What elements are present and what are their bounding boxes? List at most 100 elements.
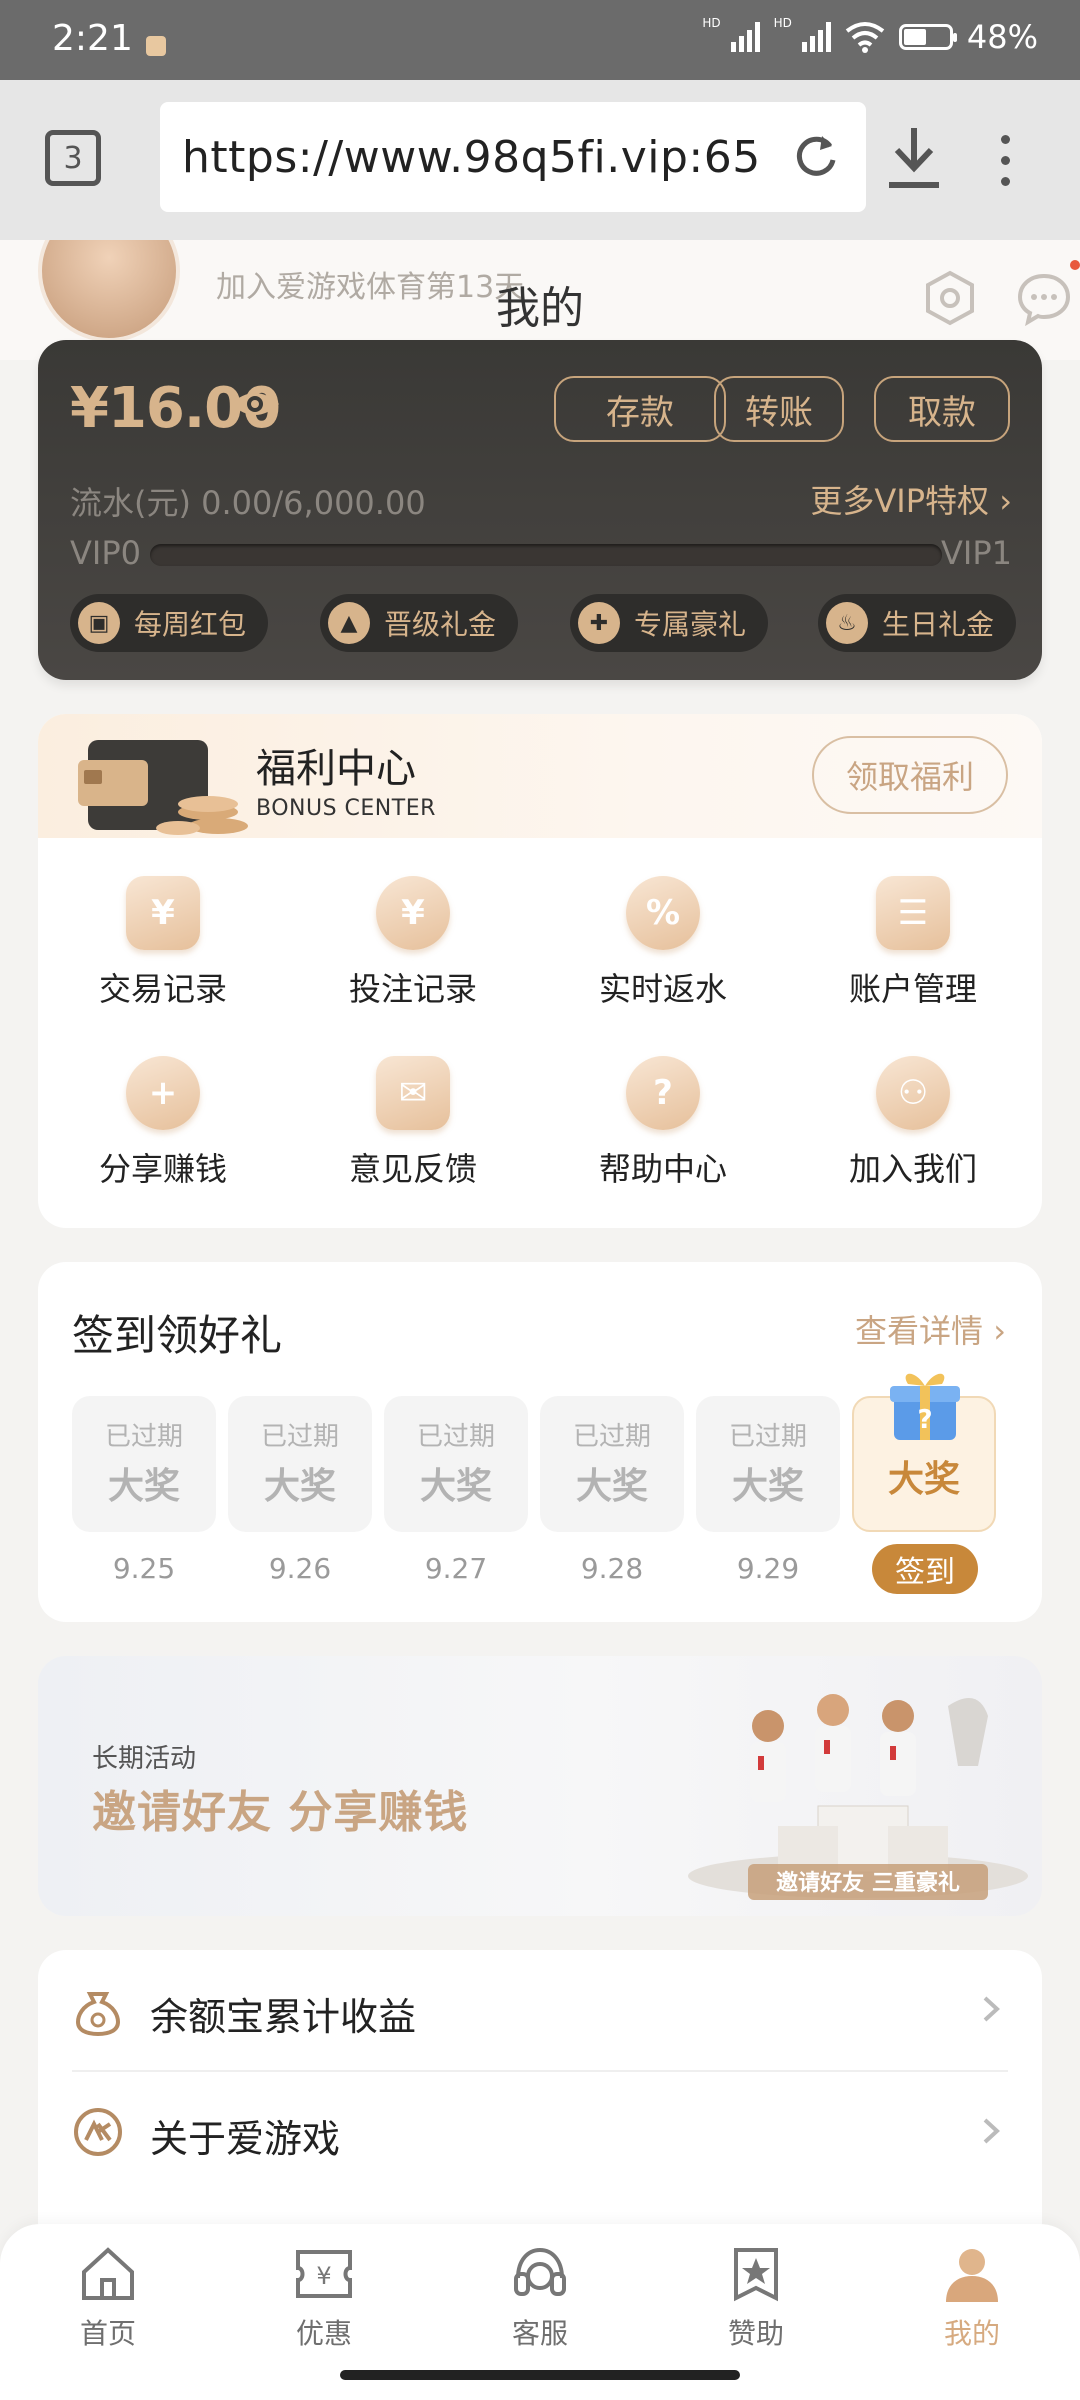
tab-switcher-button[interactable]: 3 bbox=[45, 130, 101, 186]
signal-icon-2 bbox=[801, 22, 831, 52]
tab-promotions[interactable]: ¥ 优惠 bbox=[254, 2242, 394, 2352]
help-question-icon: ? bbox=[626, 1056, 700, 1130]
day-prize: 大奖 bbox=[419, 1466, 492, 1507]
grid-item-help[interactable]: ? 帮助中心 bbox=[538, 1056, 788, 1190]
tab-label: 首页 bbox=[79, 2317, 136, 2350]
svg-text:?: ? bbox=[917, 1405, 932, 1435]
grid-item-rebate[interactable]: % 实时返水 bbox=[538, 876, 788, 1010]
grid-item-feedback[interactable]: ✉ 意见反馈 bbox=[288, 1056, 538, 1190]
star-badge-icon bbox=[734, 2248, 778, 2302]
grid-item-label: 实时返水 bbox=[598, 970, 727, 1008]
claim-bonus-button[interactable]: 领取福利 bbox=[812, 736, 1008, 814]
notification-icon bbox=[146, 36, 166, 56]
tab-label: 我的 bbox=[943, 2317, 1000, 2350]
bet-record-icon: ¥ bbox=[376, 876, 450, 950]
perk-label: 晋级礼金 bbox=[384, 608, 497, 641]
more-vip-link[interactable]: 更多VIP特权 › bbox=[810, 476, 1012, 522]
checkin-day: 已过期 大奖 bbox=[384, 1396, 528, 1532]
day-prize: 大奖 bbox=[107, 1466, 180, 1507]
people-icon: ⚇ bbox=[876, 1056, 950, 1130]
more-menu-icon[interactable] bbox=[995, 135, 1015, 191]
battery-percent: 48% bbox=[966, 18, 1038, 56]
url-text[interactable]: https://www.98q5fi.vip:65 bbox=[182, 132, 782, 183]
bonus-center-subtitle: BONUS CENTER bbox=[256, 796, 436, 821]
status-bar: 2:21 HD HD 48% bbox=[0, 0, 1080, 80]
chevron-right-icon: › bbox=[993, 1312, 1006, 1350]
browser-toolbar: 3 https://www.98q5fi.vip:65 bbox=[0, 80, 1080, 240]
bonus-center-header: 福利中心 BONUS CENTER 领取福利 bbox=[38, 714, 1042, 838]
signal-icon bbox=[730, 22, 760, 52]
reload-icon[interactable] bbox=[790, 130, 842, 182]
bonus-center-title: 福利中心 bbox=[256, 746, 416, 792]
invite-players-image: 邀请好友 三重豪礼 bbox=[688, 1694, 1028, 1900]
day-status: 已过期 bbox=[572, 1422, 651, 1452]
url-bar[interactable]: https://www.98q5fi.vip:65 bbox=[160, 102, 866, 212]
perk-label: 每周红包 bbox=[134, 608, 247, 641]
grid-item-label: 帮助中心 bbox=[598, 1150, 727, 1188]
checkin-day: 已过期 大奖 bbox=[72, 1396, 216, 1532]
vip-next-label: VIP1 bbox=[941, 534, 1012, 572]
home-indicator[interactable] bbox=[340, 2370, 740, 2380]
bonus-center-card: 福利中心 BONUS CENTER 领取福利 ¥ 交易记录 ¥ 投注记录 % 实… bbox=[38, 714, 1042, 1228]
tab-profile[interactable]: 我的 bbox=[902, 2242, 1042, 2352]
perk-label: 专属豪礼 bbox=[634, 608, 747, 641]
vip-current-label: VIP0 bbox=[70, 534, 141, 572]
settings-icon[interactable] bbox=[925, 270, 975, 326]
withdraw-button[interactable]: 取款 bbox=[874, 376, 1010, 442]
grid-item-transactions[interactable]: ¥ 交易记录 bbox=[38, 876, 288, 1010]
home-icon bbox=[82, 2247, 134, 2300]
page-title: 我的 bbox=[496, 283, 584, 334]
transaction-record-icon: ¥ bbox=[126, 876, 200, 950]
wallet-card: ¥16.00 存款 转账 取款 流水(元) 0.00/6,000.00 更多VI… bbox=[38, 340, 1042, 680]
message-icon[interactable] bbox=[1016, 272, 1072, 326]
perk-birthday-bonus[interactable]: ♨ 生日礼金 bbox=[818, 594, 1017, 652]
coupon-icon: ¥ bbox=[296, 2250, 352, 2298]
grid-item-account[interactable]: ☰ 账户管理 bbox=[788, 876, 1038, 1010]
eye-icon[interactable] bbox=[228, 386, 282, 422]
hd-badge-2: HD bbox=[773, 16, 792, 30]
download-icon[interactable] bbox=[885, 124, 943, 192]
view-details-link[interactable]: 查看详情 › bbox=[855, 1306, 1006, 1352]
grid-item-join[interactable]: ⚇ 加入我们 bbox=[788, 1056, 1038, 1190]
sign-in-button[interactable]: 签到 bbox=[872, 1544, 978, 1594]
tab-label: 优惠 bbox=[295, 2317, 352, 2350]
tab-sponsor[interactable]: 赞助 bbox=[686, 2242, 826, 2352]
tab-home[interactable]: 首页 bbox=[38, 2242, 178, 2352]
transfer-button[interactable]: 转账 bbox=[714, 376, 844, 442]
checkin-card: 签到领好礼 查看详情 › 已过期 大奖 已过期 大奖 已过期 大奖 已过期 大奖 已过期… bbox=[38, 1262, 1042, 1622]
perk-exclusive-gift[interactable]: ✚ 专属豪礼 bbox=[570, 594, 769, 652]
chevron-right-icon bbox=[983, 2118, 1000, 2144]
grid-item-bets[interactable]: ¥ 投注记录 bbox=[288, 876, 538, 1010]
perk-upgrade-bonus[interactable]: ▲ 晋级礼金 bbox=[320, 594, 519, 652]
checkin-day: 已过期 大奖 bbox=[540, 1396, 684, 1532]
checkin-day: 已过期 大奖 bbox=[228, 1396, 372, 1532]
add-user-icon: + bbox=[126, 1056, 200, 1130]
account-card-icon: ☰ bbox=[876, 876, 950, 950]
day-prize: 大奖 bbox=[575, 1466, 648, 1507]
battery-icon bbox=[898, 24, 957, 50]
cake-icon: ♨ bbox=[826, 602, 868, 644]
headset-icon bbox=[514, 2247, 566, 2296]
checkin-day: 已过期 大奖 bbox=[696, 1396, 840, 1532]
list-item-label: 余额宝累计收益 bbox=[150, 1995, 417, 2039]
grid-item-label: 交易记录 bbox=[98, 970, 227, 1008]
turnover-text: 流水(元) 0.00/6,000.00 bbox=[70, 484, 426, 522]
grid-item-share[interactable]: + 分享赚钱 bbox=[38, 1056, 288, 1190]
wallet-coins-image bbox=[78, 740, 248, 835]
tab-support[interactable]: 客服 bbox=[470, 2242, 610, 2352]
hd-badge: HD bbox=[702, 16, 721, 30]
perk-weekly-redpacket[interactable]: ▣ 每周红包 bbox=[70, 594, 269, 652]
deposit-button[interactable]: 存款 bbox=[554, 376, 726, 442]
grid-item-label: 意见反馈 bbox=[348, 1150, 477, 1188]
list-item-yuebao[interactable]: 余额宝累计收益 bbox=[38, 1950, 1042, 2072]
list-item-about[interactable]: 关于爱游戏 bbox=[38, 2072, 1042, 2192]
chevron-right-icon: › bbox=[999, 482, 1012, 520]
rebate-percent-icon: % bbox=[626, 876, 700, 950]
more-vip-label: 更多VIP特权 bbox=[810, 482, 990, 520]
wifi-icon bbox=[845, 22, 885, 53]
day-date: 9.27 bbox=[424, 1552, 488, 1585]
invite-banner[interactable]: 长期活动 邀请好友 分享赚钱 邀请好友 三重豪礼 bbox=[38, 1656, 1042, 1916]
grid-item-label: 账户管理 bbox=[848, 970, 977, 1008]
day-status: 已过期 bbox=[728, 1422, 807, 1452]
tab-label: 赞助 bbox=[727, 2317, 784, 2350]
